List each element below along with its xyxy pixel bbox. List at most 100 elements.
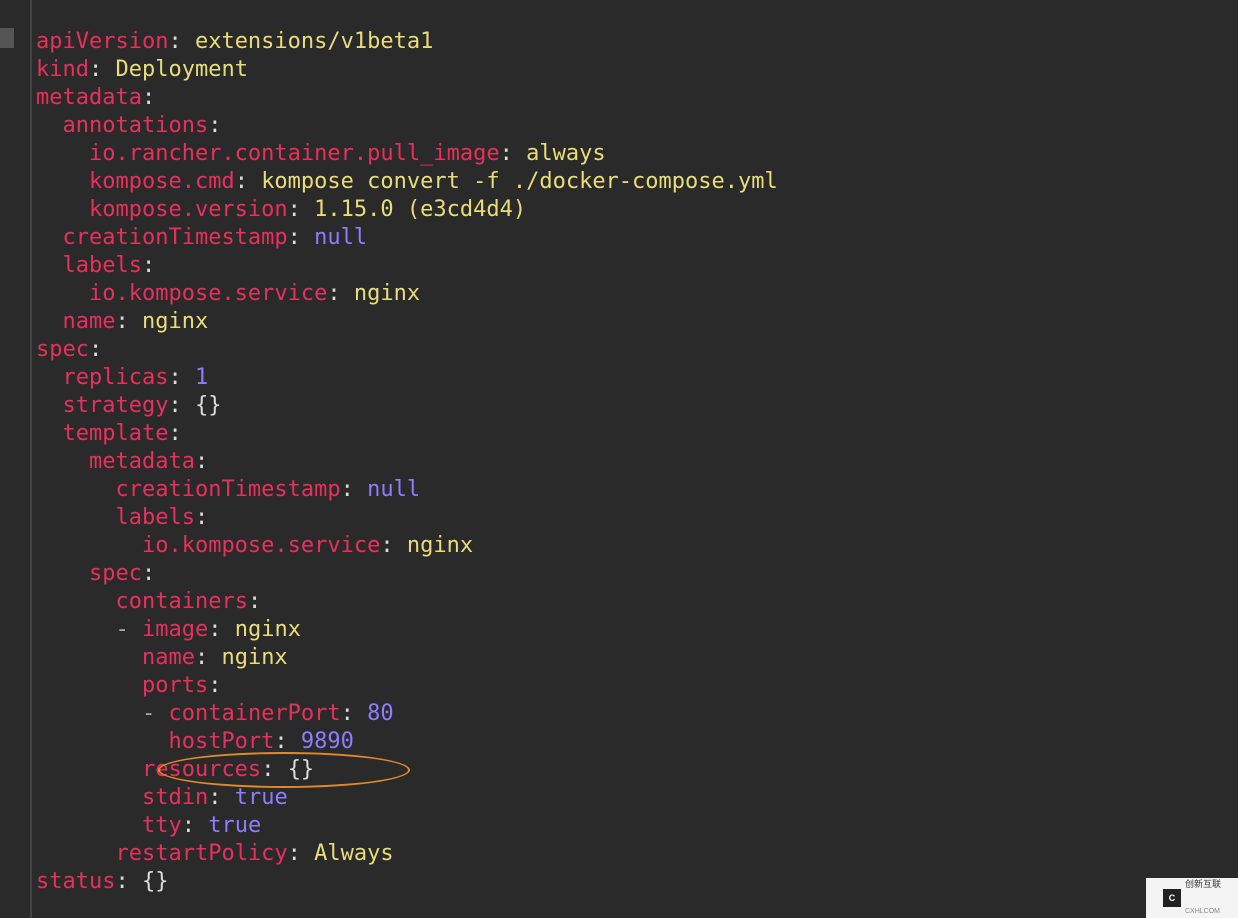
- code-token: spec: [36, 337, 89, 362]
- code-line[interactable]: containers:: [36, 588, 778, 616]
- code-token: :: [208, 617, 221, 642]
- code-token: name: [63, 309, 116, 334]
- code-line[interactable]: kind: Deployment: [36, 56, 778, 84]
- code-line[interactable]: replicas: 1: [36, 364, 778, 392]
- code-token: [36, 533, 142, 558]
- code-line[interactable]: hostPort: 9890: [36, 728, 778, 756]
- code-token: [36, 281, 89, 306]
- code-token: [354, 477, 367, 502]
- code-line[interactable]: spec:: [36, 560, 778, 588]
- code-token: :: [182, 813, 195, 838]
- code-token: :: [380, 533, 393, 558]
- code-token: hostPort: [168, 729, 274, 754]
- code-token: [182, 29, 195, 54]
- code-token: [36, 617, 115, 642]
- code-token: [274, 757, 287, 782]
- code-line[interactable]: spec:: [36, 336, 778, 364]
- code-token: :: [288, 841, 301, 866]
- watermark-badge: C 创新互联 CXHLCOM: [1146, 878, 1238, 918]
- code-token: :: [142, 253, 155, 278]
- code-line[interactable]: metadata:: [36, 84, 778, 112]
- code-line[interactable]: labels:: [36, 252, 778, 280]
- code-line[interactable]: restartPolicy: Always: [36, 840, 778, 868]
- code-token: replicas: [63, 365, 169, 390]
- code-line[interactable]: name: nginx: [36, 308, 778, 336]
- code-token: :: [115, 309, 128, 334]
- code-token: [354, 701, 367, 726]
- code-token: [36, 421, 63, 446]
- code-token: [221, 785, 234, 810]
- code-token: :: [274, 729, 287, 754]
- code-token: [36, 197, 89, 222]
- code-token: Always: [314, 841, 393, 866]
- code-token: :: [248, 589, 261, 614]
- code-line[interactable]: name: nginx: [36, 644, 778, 672]
- code-token: true: [235, 785, 288, 810]
- code-line[interactable]: io.rancher.container.pull_image: always: [36, 140, 778, 168]
- code-token: {}: [142, 869, 169, 894]
- code-token: :: [195, 645, 208, 670]
- code-token: metadata: [89, 449, 195, 474]
- code-token: [36, 225, 63, 250]
- code-line[interactable]: template:: [36, 420, 778, 448]
- code-token: :: [168, 421, 181, 446]
- code-token: nginx: [142, 309, 208, 334]
- code-token: :: [142, 85, 155, 110]
- code-token: 1.15.0 (e3cd4d4): [314, 197, 526, 222]
- code-token: [36, 701, 142, 726]
- code-line[interactable]: - containerPort: 80: [36, 700, 778, 728]
- code-line[interactable]: creationTimestamp: null: [36, 224, 778, 252]
- code-line[interactable]: apiVersion: extensions/v1beta1: [36, 28, 778, 56]
- code-line[interactable]: io.kompose.service: nginx: [36, 532, 778, 560]
- code-line[interactable]: io.kompose.service: nginx: [36, 280, 778, 308]
- code-token: :: [195, 505, 208, 530]
- code-token: :: [341, 477, 354, 502]
- code-line[interactable]: creationTimestamp: null: [36, 476, 778, 504]
- code-token: [36, 309, 63, 334]
- editor-gutter: [0, 0, 32, 918]
- code-token: :: [195, 449, 208, 474]
- code-token: [36, 645, 142, 670]
- code-token: 9890: [301, 729, 354, 754]
- code-line[interactable]: status: {}: [36, 868, 778, 896]
- code-token: [208, 645, 221, 670]
- code-token: [36, 505, 115, 530]
- code-token: kompose.version: [89, 197, 288, 222]
- code-area[interactable]: apiVersion: extensions/v1beta1kind: Depl…: [32, 0, 778, 918]
- code-line[interactable]: - image: nginx: [36, 616, 778, 644]
- code-token: [36, 561, 89, 586]
- code-line[interactable]: resources: {}: [36, 756, 778, 784]
- code-token: image: [142, 617, 208, 642]
- code-line[interactable]: kompose.version: 1.15.0 (e3cd4d4): [36, 196, 778, 224]
- code-editor[interactable]: apiVersion: extensions/v1beta1kind: Depl…: [0, 0, 1238, 918]
- code-token: [248, 169, 261, 194]
- code-line[interactable]: ports:: [36, 672, 778, 700]
- code-line[interactable]: kompose.cmd: kompose convert -f ./docker…: [36, 168, 778, 196]
- code-line[interactable]: annotations:: [36, 112, 778, 140]
- code-token: null: [367, 477, 420, 502]
- code-token: [301, 225, 314, 250]
- code-token: :: [168, 393, 181, 418]
- code-token: labels: [115, 505, 194, 530]
- code-token: [36, 785, 142, 810]
- code-token: [36, 113, 63, 138]
- code-token: always: [526, 141, 605, 166]
- code-token: containers: [115, 589, 247, 614]
- code-line[interactable]: metadata:: [36, 448, 778, 476]
- code-token: nginx: [354, 281, 420, 306]
- code-token: [36, 729, 168, 754]
- code-token: :: [235, 169, 248, 194]
- code-line[interactable]: strategy: {}: [36, 392, 778, 420]
- code-token: :: [208, 113, 221, 138]
- code-token: [129, 869, 142, 894]
- code-token: :: [288, 197, 301, 222]
- code-token: creationTimestamp: [63, 225, 288, 250]
- code-line[interactable]: labels:: [36, 504, 778, 532]
- code-token: [182, 365, 195, 390]
- code-line[interactable]: tty: true: [36, 812, 778, 840]
- watermark-label: 创新互联 CXHLCOM: [1185, 870, 1221, 918]
- code-token: :: [208, 673, 221, 698]
- code-line[interactable]: stdin: true: [36, 784, 778, 812]
- code-token: [288, 729, 301, 754]
- watermark-logo-icon: C: [1163, 889, 1181, 907]
